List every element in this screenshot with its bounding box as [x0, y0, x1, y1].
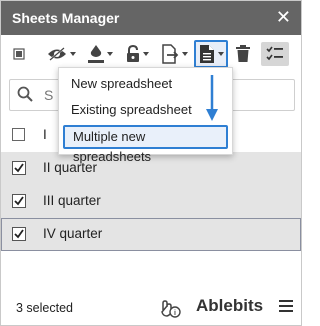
arrow-down-icon — [206, 75, 218, 121]
selected-count: 3 selected — [16, 301, 73, 315]
eye-hide-icon[interactable] — [45, 42, 77, 66]
new-file-icon[interactable] — [194, 40, 228, 68]
chevron-down-icon — [142, 52, 149, 56]
sheets-manager-window: Sheets Manager ✕ S I II quarter III quar… — [0, 0, 302, 326]
brand-logo: Ablebits — [196, 296, 264, 315]
help-hand-icon[interactable]: i — [159, 298, 181, 323]
title-bar: Sheets Manager ✕ — [1, 1, 301, 35]
search-input[interactable]: S — [44, 87, 53, 103]
footer: 3 selected i Ablebits — [1, 291, 301, 325]
menu-item-multiple-new-spreadsheets[interactable]: Multiple new spreadsheets — [63, 125, 228, 164]
square-icon[interactable] — [9, 42, 29, 66]
list-item[interactable]: III quarter — [1, 185, 301, 218]
move-file-icon[interactable] — [158, 42, 190, 66]
trash-icon[interactable] — [233, 42, 253, 66]
chevron-down-icon — [217, 52, 224, 56]
header-label: I — [43, 127, 47, 142]
chevron-down-icon — [181, 52, 188, 56]
window-title: Sheets Manager — [12, 10, 120, 26]
chevron-down-icon — [106, 52, 113, 56]
close-icon[interactable]: ✕ — [276, 7, 291, 27]
checkbox-checked-icon[interactable] — [12, 161, 26, 175]
select-all-checkbox[interactable] — [12, 128, 25, 141]
lock-icon[interactable] — [122, 42, 152, 66]
list-item-label: IV quarter — [43, 226, 103, 241]
chevron-down-icon — [69, 52, 76, 56]
checklist-icon[interactable] — [261, 42, 289, 66]
checkbox-checked-icon[interactable] — [12, 194, 26, 208]
fill-bucket-icon[interactable] — [85, 42, 115, 66]
hamburger-menu-icon[interactable] — [279, 299, 293, 317]
list-item-label: III quarter — [43, 193, 101, 208]
search-icon — [17, 86, 33, 107]
list-item[interactable]: IV quarter — [1, 218, 301, 251]
svg-text:i: i — [174, 310, 176, 317]
checkbox-checked-icon[interactable] — [12, 227, 26, 241]
